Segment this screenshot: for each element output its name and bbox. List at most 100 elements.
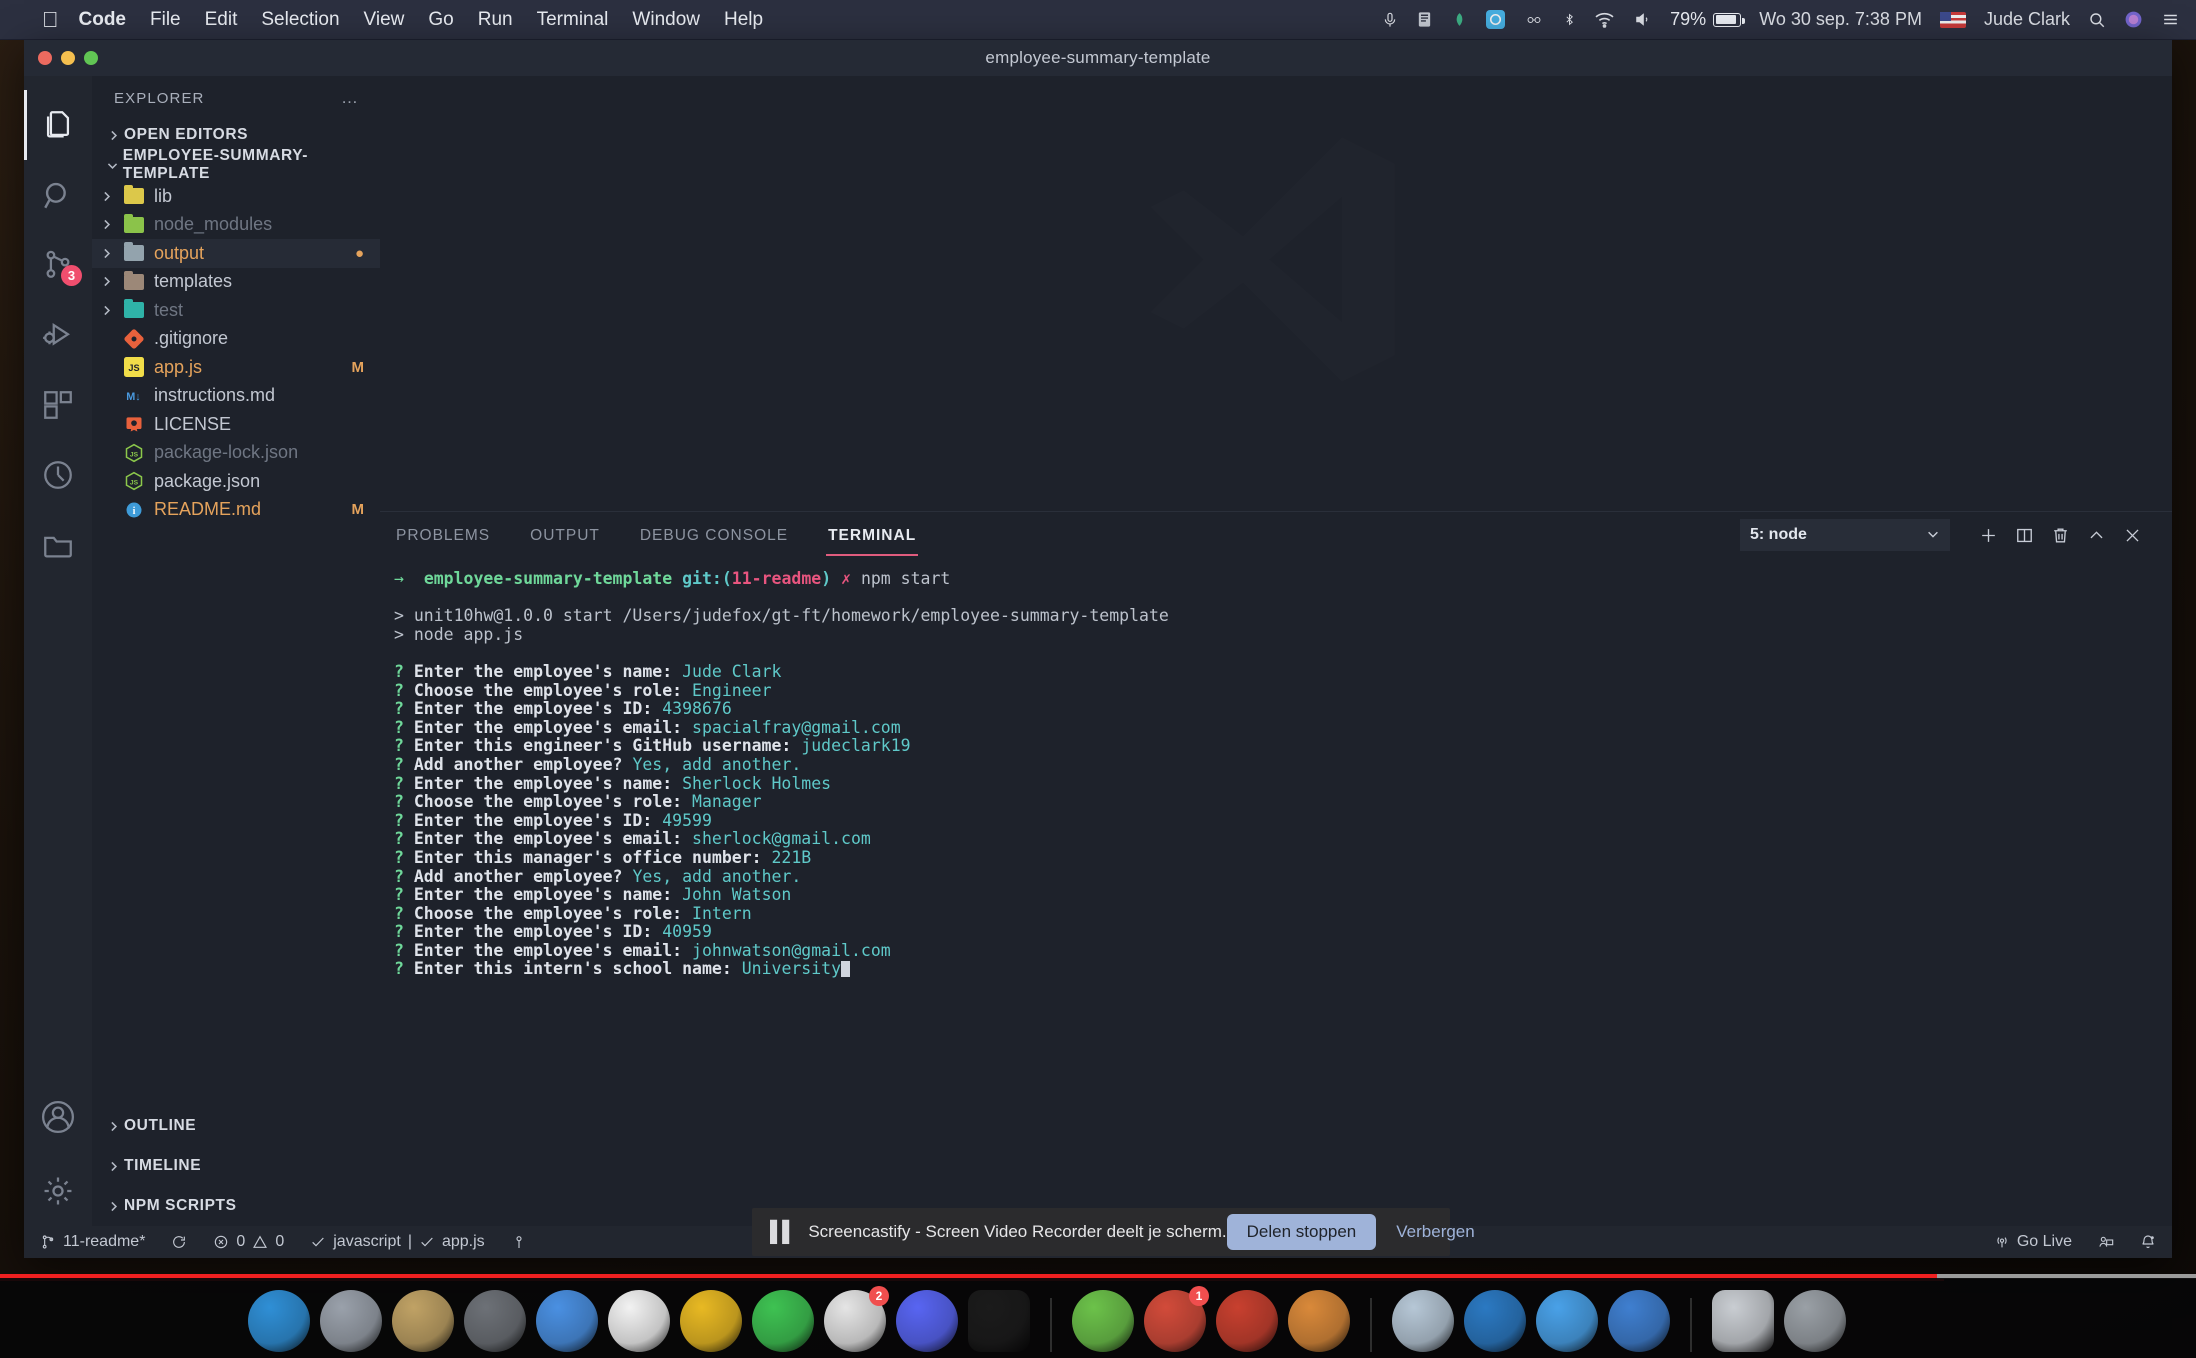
menu-item-code[interactable]: Code — [79, 9, 127, 31]
tree-item-output[interactable]: output● — [92, 239, 380, 268]
chevron-right-icon[interactable] — [92, 275, 120, 288]
tab-terminal[interactable]: TERMINAL — [826, 515, 918, 556]
dock-item-google-chrome[interactable] — [680, 1290, 742, 1352]
section-outline[interactable]: OUTLINE — [92, 1106, 380, 1146]
activity-remote-explorer[interactable] — [24, 510, 92, 580]
volume-icon[interactable] — [1633, 11, 1652, 28]
dropbox-icon[interactable] — [1451, 11, 1468, 28]
activity-run-and-debug[interactable] — [24, 300, 92, 370]
tree-item-lib[interactable]: lib — [92, 182, 380, 211]
dock-item-sketch-app[interactable] — [1608, 1290, 1670, 1352]
dock-item-evernote[interactable] — [1072, 1290, 1134, 1352]
kill-terminal-button[interactable] — [2042, 519, 2078, 551]
activity-settings[interactable] — [24, 1156, 92, 1226]
menu-item-selection[interactable]: Selection — [261, 9, 339, 31]
dock-item-system-preferences[interactable] — [464, 1290, 526, 1352]
dock-item-spark-mail[interactable]: 1 — [1144, 1290, 1206, 1352]
tab-problems[interactable]: PROBLEMS — [394, 515, 492, 556]
maximize-panel-button[interactable] — [2078, 519, 2114, 551]
terminal-instance-select[interactable]: 5: node — [1740, 519, 1950, 551]
section-npm-scripts[interactable]: NPM SCRIPTS — [92, 1186, 380, 1226]
activity-test-explorer[interactable] — [24, 440, 92, 510]
close-panel-button[interactable] — [2114, 519, 2150, 551]
dock-item-launchpad[interactable] — [320, 1290, 382, 1352]
tree-item-app-js[interactable]: JSapp.jsM — [92, 353, 380, 382]
us-flag-icon[interactable] — [1940, 12, 1966, 28]
menu-item-view[interactable]: View — [364, 9, 405, 31]
status-ports[interactable] — [511, 1234, 527, 1250]
menu-item-run[interactable]: Run — [478, 9, 513, 31]
dock-item-zip-file[interactable] — [1712, 1290, 1774, 1352]
menu-item-edit[interactable]: Edit — [205, 9, 238, 31]
tree-item-templates[interactable]: templates — [92, 268, 380, 297]
tree-item-node-modules[interactable]: node_modules — [92, 211, 380, 240]
dock-item-twitter[interactable] — [1536, 1290, 1598, 1352]
status-live-share[interactable] — [2098, 1234, 2114, 1250]
chevron-right-icon[interactable] — [92, 247, 120, 260]
bluetooth-icon[interactable] — [1563, 10, 1576, 29]
spotlight-search-icon[interactable] — [2088, 11, 2106, 29]
reading-glasses-icon[interactable] — [1523, 13, 1545, 27]
activity-explorer[interactable] — [24, 90, 92, 160]
terminal-output[interactable]: → employee-summary-template git:(11-read… — [380, 558, 2172, 1226]
dock-item-todoist[interactable] — [1216, 1290, 1278, 1352]
dock-item-terminal[interactable] — [968, 1290, 1030, 1352]
menu-item-terminal[interactable]: Terminal — [537, 9, 609, 31]
dock-item-trash[interactable] — [1784, 1290, 1846, 1352]
status-go-live[interactable]: Go Live — [1994, 1233, 2072, 1251]
user-name-label[interactable]: Jude Clark — [1984, 9, 2070, 30]
tree-item-readme-md[interactable]: iREADME.mdM — [92, 496, 380, 525]
chevron-right-icon[interactable] — [92, 190, 120, 203]
apple-logo-icon[interactable]:  — [42, 9, 59, 31]
activity-search[interactable] — [24, 160, 92, 230]
wifi-icon[interactable] — [1594, 11, 1615, 28]
dock-item-discord[interactable] — [896, 1290, 958, 1352]
tab-debug-console[interactable]: DEBUG CONSOLE — [638, 515, 790, 556]
tree-item-test[interactable]: test — [92, 296, 380, 325]
dock-item-messages[interactable] — [536, 1290, 598, 1352]
section-open-editors[interactable]: OPEN EDITORS — [92, 120, 380, 150]
split-terminal-button[interactable] — [2006, 519, 2042, 551]
status-branch[interactable]: 11-readme* — [40, 1233, 145, 1251]
status-problems[interactable]: 0 0 — [213, 1233, 284, 1251]
chevron-right-icon[interactable] — [92, 218, 120, 231]
tab-output[interactable]: OUTPUT — [528, 515, 602, 556]
dock-item-preview[interactable] — [1392, 1290, 1454, 1352]
status-notifications[interactable] — [2140, 1234, 2156, 1250]
microphone-icon[interactable] — [1382, 11, 1398, 29]
control-center-icon[interactable] — [2161, 10, 2180, 29]
status-sync[interactable] — [171, 1234, 187, 1250]
tree-item-package-json[interactable]: JSpackage.json — [92, 467, 380, 496]
dock-item-contacts[interactable] — [392, 1290, 454, 1352]
section-project-root[interactable]: EMPLOYEE-SUMMARY-TEMPLATE — [92, 150, 380, 180]
explorer-more-actions-icon[interactable]: … — [341, 88, 360, 108]
dock-item-whatsapp[interactable] — [752, 1290, 814, 1352]
section-timeline[interactable]: TIMELINE — [92, 1146, 380, 1186]
tree-item-license[interactable]: LICENSE — [92, 410, 380, 439]
activity-extensions[interactable] — [24, 370, 92, 440]
creative-cloud-icon[interactable] — [1486, 10, 1505, 29]
menu-item-help[interactable]: Help — [724, 9, 763, 31]
tree-item--gitignore[interactable]: .gitignore — [92, 325, 380, 354]
tree-item-instructions-md[interactable]: M↓instructions.md — [92, 382, 380, 411]
dock-item-visual-studio-code[interactable] — [1464, 1290, 1526, 1352]
activity-source-control[interactable]: 3 — [24, 230, 92, 300]
siri-icon[interactable] — [2124, 10, 2143, 29]
hide-notification-button[interactable]: Verbergen — [1396, 1222, 1474, 1242]
menu-item-window[interactable]: Window — [632, 9, 700, 31]
chevron-right-icon[interactable] — [92, 304, 120, 317]
clock-label[interactable]: Wo 30 sep. 7:38 PM — [1759, 9, 1922, 30]
stop-sharing-button[interactable]: Delen stoppen — [1227, 1214, 1377, 1250]
pause-icon[interactable]: ▌▌ — [770, 1221, 794, 1244]
new-terminal-button[interactable] — [1970, 519, 2006, 551]
battery-indicator[interactable]: 79% — [1670, 9, 1741, 30]
status-language-check[interactable]: javascript | app.js — [310, 1233, 484, 1251]
tree-item-package-lock-json[interactable]: JSpackage-lock.json — [92, 439, 380, 468]
activity-accounts[interactable] — [24, 1086, 92, 1156]
menu-item-go[interactable]: Go — [428, 9, 453, 31]
dock-item-pen-app[interactable] — [1288, 1290, 1350, 1352]
dock-item-calendar[interactable] — [608, 1290, 670, 1352]
menu-item-file[interactable]: File — [150, 9, 181, 31]
dock-item-slack[interactable]: 2 — [824, 1290, 886, 1352]
evernote-icon[interactable] — [1416, 11, 1433, 28]
